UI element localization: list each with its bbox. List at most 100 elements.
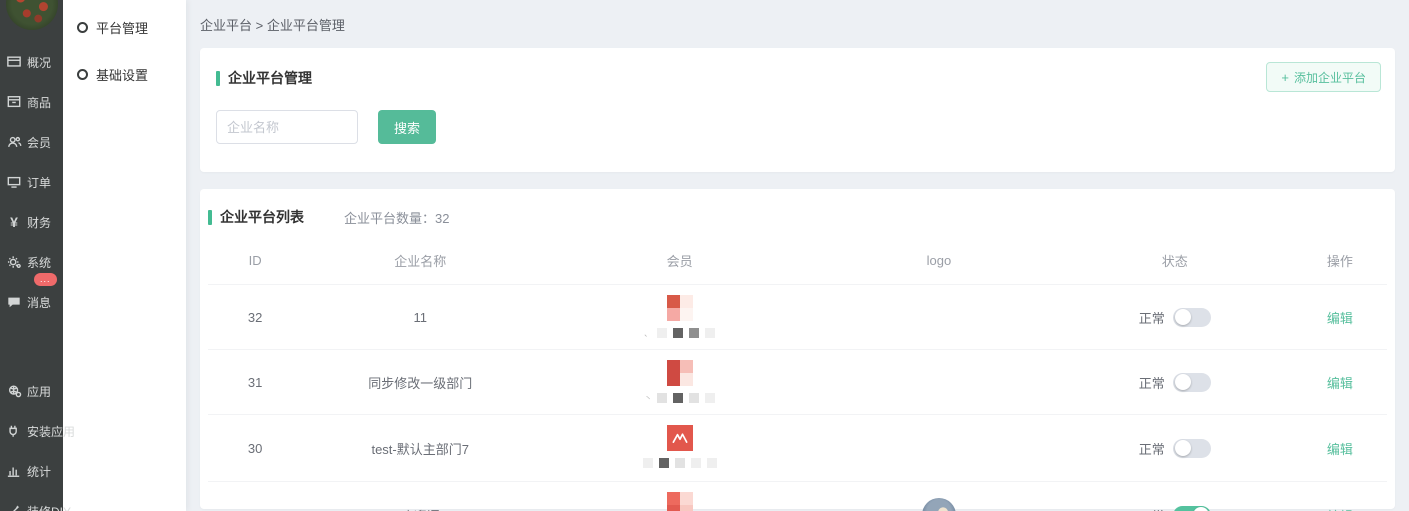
breadcrumb: 企业平台 > 企业平台管理 [200, 0, 1395, 48]
status-label: 正常 [1139, 308, 1165, 327]
table-row: 32 11 、 正常 [208, 285, 1387, 350]
status-label: 正常 [1139, 439, 1165, 458]
status-toggle[interactable] [1173, 439, 1211, 458]
edit-link[interactable]: 编辑 [1327, 442, 1353, 457]
app-window: 概况 商品 会员 订单 ¥ 财务 系统 ... [0, 0, 1409, 511]
cell-id: 30 [208, 415, 302, 482]
orders-icon [6, 174, 22, 190]
green-accent-bar [208, 210, 212, 225]
cell-id: 32 [208, 285, 302, 350]
status-label: 正常 [1139, 373, 1165, 392]
stats-icon [6, 463, 22, 479]
sidebar-item-label: 商品 [27, 94, 51, 111]
table-header-row: ID 企业名称 会员 logo 状态 操作 [208, 241, 1387, 285]
cell-member [538, 415, 821, 482]
edit-link[interactable]: 编辑 [1327, 311, 1353, 326]
cell-name: test-默认主部门7 [302, 415, 538, 482]
status-toggle[interactable] [1173, 506, 1211, 511]
cell-action: 编辑 [1293, 415, 1387, 482]
sidebar-item-goods[interactable]: 商品 [0, 82, 63, 122]
cell-action: 编辑 [1293, 350, 1387, 415]
finance-icon: ¥ [6, 214, 22, 230]
col-action: 操作 [1293, 241, 1387, 285]
cell-status: 正常 [1057, 415, 1293, 482]
sidebar-item-label: 应用 [27, 383, 51, 400]
sidebar-item-members[interactable]: 会员 [0, 122, 63, 162]
status-toggle[interactable] [1173, 373, 1211, 392]
icon-sidebar: 概况 商品 会员 订单 ¥ 财务 系统 ... [0, 0, 63, 511]
cell-name: 同步修改一级部门 [302, 350, 538, 415]
cell-member: 、 [538, 285, 821, 350]
col-member: 会员 [538, 241, 821, 285]
sidebar-item-overview[interactable]: 概况 [0, 42, 63, 82]
sidebar-item-label: 订单 [27, 174, 51, 191]
table-row: 29 欢迎语 正常 [208, 482, 1387, 511]
cell-action: 编辑 [1293, 285, 1387, 350]
sidebar-item-orders[interactable]: 订单 [0, 162, 63, 202]
sidebar-item-messages[interactable]: ... 消息 [0, 282, 63, 322]
submenu-item-platform-management[interactable]: 平台管理 [63, 4, 186, 51]
page-title: 企业平台管理 [228, 68, 312, 88]
col-logo: logo [821, 241, 1057, 285]
sidebar-item-label: 安装应用 [27, 423, 75, 440]
dashboard-icon [6, 54, 22, 70]
install-app-icon [6, 423, 22, 439]
add-enterprise-button[interactable]: + 添加企业平台 [1266, 62, 1381, 92]
cell-name: 欢迎语 [302, 482, 538, 511]
col-name: 企业名称 [302, 241, 538, 285]
message-icon [6, 294, 22, 310]
main-content: 企业平台 > 企业平台管理 企业平台管理 + 添加企业平台 搜索 企业平台列表 … [186, 0, 1409, 511]
col-status: 状态 [1057, 241, 1293, 285]
table-row: 31 同步修改一级部门 丶 正常 [208, 350, 1387, 415]
submenu-item-label: 基础设置 [96, 65, 148, 84]
enterprise-table: ID 企业名称 会员 logo 状态 操作 32 11 [208, 241, 1387, 511]
member-avatar-icon [667, 425, 693, 451]
system-icon [6, 254, 22, 270]
col-id: ID [208, 241, 302, 285]
search-button[interactable]: 搜索 [378, 110, 436, 144]
list-title: 企业平台列表 [220, 207, 304, 227]
sidebar-item-finance[interactable]: ¥ 财务 [0, 202, 63, 242]
cell-id: 29 [208, 482, 302, 511]
cell-status: 正常 [1057, 482, 1293, 511]
cell-status: 正常 [1057, 350, 1293, 415]
cell-status: 正常 [1057, 285, 1293, 350]
cell-logo [821, 415, 1057, 482]
edit-link[interactable]: 编辑 [1327, 376, 1353, 391]
members-icon [6, 134, 22, 150]
logo-earth-image [922, 498, 956, 511]
submenu-item-basic-settings[interactable]: 基础设置 [63, 51, 186, 98]
radio-icon [77, 22, 88, 33]
add-enterprise-label: 添加企业平台 [1294, 69, 1366, 86]
list-card: 企业平台列表 企业平台数量：32 ID 企业名称 会员 logo 状态 操作 [200, 189, 1395, 509]
member-avatar-icon [667, 295, 693, 321]
member-avatar-icon [667, 360, 693, 386]
member-thumbnails: 、 [641, 327, 718, 339]
status-toggle[interactable] [1173, 308, 1211, 327]
plus-icon: + [1281, 70, 1289, 85]
goods-icon [6, 94, 22, 110]
sidebar-item-stats[interactable]: 统计 [0, 451, 63, 491]
sidebar-item-label: 装修DIY [27, 503, 71, 511]
sidebar-item-label: 消息 [27, 294, 51, 311]
shop-avatar[interactable] [6, 0, 58, 30]
member-thumbnails [640, 457, 720, 469]
search-card: 企业平台管理 + 添加企业平台 搜索 [200, 48, 1395, 172]
table-row: 30 test-默认主部门7 正常 [208, 415, 1387, 482]
sidebar-item-apps[interactable]: 应用 [0, 371, 63, 411]
sidebar-item-label: 系统 [27, 254, 51, 271]
sidebar-item-install-apps[interactable]: 安装应用 [0, 411, 63, 451]
apps-icon [6, 383, 22, 399]
search-row: 搜索 [208, 110, 1387, 144]
sidebar-item-label: 财务 [27, 214, 51, 231]
sidebar-item-label: 统计 [27, 463, 51, 480]
cell-action: 编辑 [1293, 482, 1387, 511]
green-accent-bar [216, 71, 220, 86]
status-label: 正常 [1139, 506, 1165, 511]
enterprise-name-input[interactable] [216, 110, 358, 144]
secondary-sidebar: 平台管理 基础设置 [63, 0, 186, 511]
sidebar-item-label: 会员 [27, 134, 51, 151]
member-avatar-icon [667, 492, 693, 511]
cell-member [538, 482, 821, 511]
sidebar-item-diy[interactable]: 装修DIY [0, 491, 63, 511]
